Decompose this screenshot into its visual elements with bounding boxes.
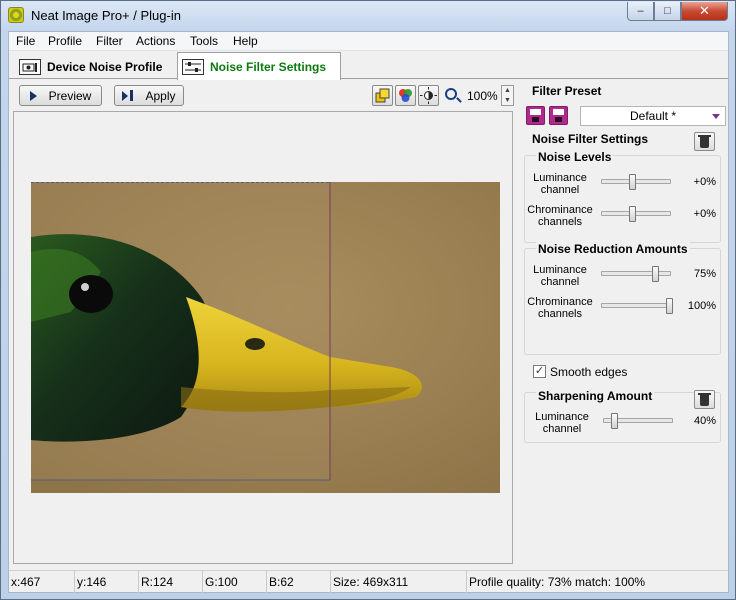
status-size: Size: 469x311 xyxy=(331,571,467,593)
brightness-icon xyxy=(420,87,437,104)
minimize-icon: ‒ xyxy=(637,5,644,17)
preset-dropdown[interactable]: Default * xyxy=(580,106,726,126)
nl-chrominance-value: +0% xyxy=(693,208,716,220)
menu-actions[interactable]: Actions xyxy=(136,34,175,48)
status-r: R:124 xyxy=(139,571,203,593)
zoom-down-icon[interactable]: ▼ xyxy=(502,96,513,106)
color-channels-button[interactable] xyxy=(395,85,416,106)
tab-bar: Device Noise Profile Noise Filter Settin… xyxy=(9,51,728,80)
client-area: File Profile Filter Actions Tools Help D… xyxy=(8,31,729,593)
zoom-spinner[interactable]: ▲ ▼ xyxy=(501,85,514,106)
close-icon: ✕ xyxy=(699,3,710,18)
nl-luminance-label: Luminance channel xyxy=(533,172,587,196)
title-bar[interactable]: Neat Image Pro+ / Plug-in ‒ □ ✕ xyxy=(1,1,735,31)
compare-button[interactable] xyxy=(372,85,393,106)
sliders-icon xyxy=(182,58,204,75)
nl-chrominance-slider[interactable] xyxy=(601,206,671,222)
preview-image[interactable] xyxy=(31,182,500,493)
tab-noise-filter-settings[interactable]: Noise Filter Settings xyxy=(177,52,341,80)
noise-levels-title: Noise Levels xyxy=(536,150,614,164)
slider-thumb[interactable] xyxy=(629,174,636,190)
nr-luminance-value: 75% xyxy=(693,268,716,280)
preview-label: Preview xyxy=(48,88,92,103)
filter-preset-title: Filter Preset xyxy=(532,84,602,98)
slider-thumb[interactable] xyxy=(611,413,618,429)
nl-luminance-slider[interactable] xyxy=(601,174,671,190)
apply-label: Apply xyxy=(145,88,176,103)
status-x: x:467 xyxy=(9,571,75,593)
minimize-button[interactable]: ‒ xyxy=(627,2,654,21)
noise-reduction-title: Noise Reduction Amounts xyxy=(536,242,690,256)
slider-thumb[interactable] xyxy=(652,266,659,282)
maximize-icon: □ xyxy=(664,5,671,17)
menu-filter[interactable]: Filter xyxy=(96,34,123,48)
noise-levels-group xyxy=(524,155,721,243)
close-button[interactable]: ✕ xyxy=(681,2,728,21)
status-bar: x:467 y:146 R:124 G:100 B:62 Size: 469x3… xyxy=(9,570,728,593)
reset-filter-button[interactable] xyxy=(694,132,715,151)
status-profile-quality: Profile quality: 73% match: 100% xyxy=(469,575,646,589)
status-y: y:146 xyxy=(75,571,139,593)
zoom-value: 100% xyxy=(467,89,498,103)
smooth-edges-label[interactable]: Smooth edges xyxy=(550,365,627,379)
sh-luminance-label: Luminance channel xyxy=(535,411,589,435)
slider-thumb[interactable] xyxy=(629,206,636,222)
layers-icon xyxy=(375,88,390,103)
window-title: Neat Image Pro+ / Plug-in xyxy=(31,8,181,23)
nr-chrominance-value: 100% xyxy=(687,300,716,312)
menu-profile[interactable]: Profile xyxy=(48,34,82,48)
brightness-button[interactable] xyxy=(418,85,439,106)
play-icon xyxy=(29,90,37,101)
noise-filter-settings-title: Noise Filter Settings xyxy=(532,132,649,146)
image-viewer[interactable] xyxy=(13,111,513,564)
status-g: G:100 xyxy=(203,571,267,593)
load-preset-button[interactable] xyxy=(526,106,545,125)
nl-luminance-value: +0% xyxy=(693,176,716,188)
status-b: B:62 xyxy=(267,571,331,593)
tab-device-noise-profile[interactable]: Device Noise Profile xyxy=(15,54,175,79)
menu-help[interactable]: Help xyxy=(233,34,258,48)
menu-file[interactable]: File xyxy=(16,34,35,48)
sh-luminance-slider[interactable] xyxy=(603,413,673,429)
maximize-button[interactable]: □ xyxy=(654,2,681,21)
zoom-icon[interactable] xyxy=(445,88,457,100)
menu-bar: File Profile Filter Actions Tools Help xyxy=(9,32,728,51)
color-circles-icon xyxy=(399,89,412,102)
toolbar: Preview Apply 100% ▲ ▼ xyxy=(13,82,515,109)
reset-sharpening-button[interactable] xyxy=(694,390,715,409)
nr-luminance-label: Luminance channel xyxy=(533,264,587,288)
app-window: Neat Image Pro+ / Plug-in ‒ □ ✕ File Pro… xyxy=(0,0,736,600)
slider-thumb[interactable] xyxy=(666,298,673,314)
camera-profile-icon xyxy=(19,58,41,75)
smooth-edges-checkbox[interactable]: ✓ xyxy=(533,365,546,378)
play-pause-icon xyxy=(122,90,145,101)
nr-chrominance-label: Chrominance channels xyxy=(527,296,593,320)
sharpening-title: Sharpening Amount xyxy=(536,389,655,403)
apply-button[interactable]: Apply xyxy=(114,85,184,106)
tab-label: Noise Filter Settings xyxy=(210,59,327,74)
zoom-up-icon[interactable]: ▲ xyxy=(502,86,513,96)
tab-label: Device Noise Profile xyxy=(47,59,163,74)
sh-luminance-value: 40% xyxy=(693,415,716,427)
app-icon xyxy=(8,7,24,23)
nr-chrominance-slider[interactable] xyxy=(601,298,673,314)
save-preset-button[interactable] xyxy=(549,106,568,125)
preview-button[interactable]: Preview xyxy=(19,85,102,106)
nr-luminance-slider[interactable] xyxy=(601,266,671,282)
nl-chrominance-label: Chrominance channels xyxy=(527,204,593,228)
settings-panel: Filter Preset Default * Noise Filter Set… xyxy=(520,82,726,564)
menu-tools[interactable]: Tools xyxy=(190,34,218,48)
